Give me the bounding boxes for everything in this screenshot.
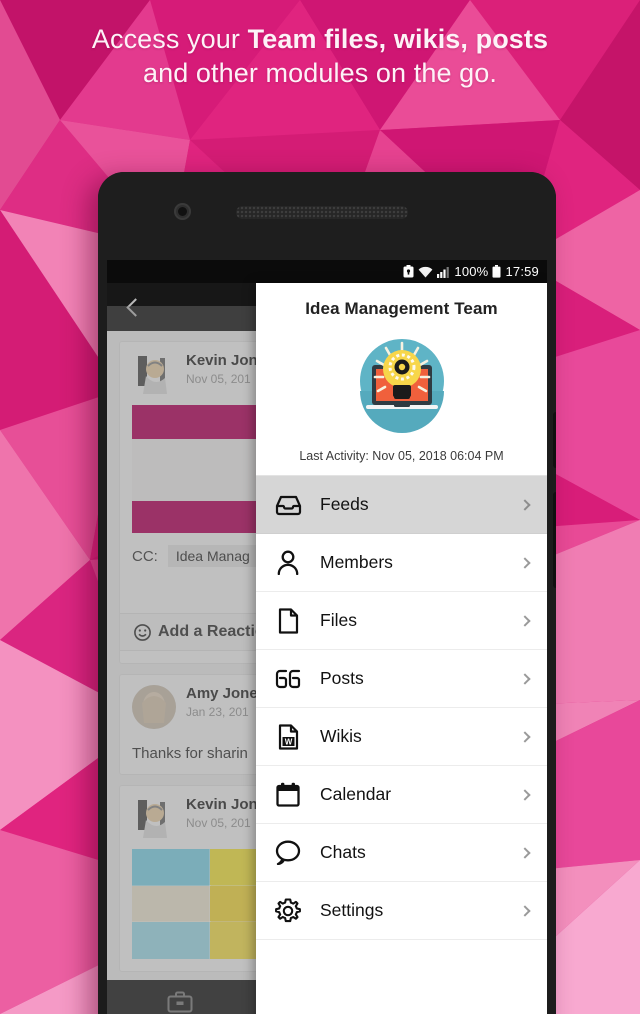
menu-item-wikis-label: Wikis [320,726,362,746]
menu-item-feeds-label: Feeds [320,494,369,514]
chevron-right-icon [519,846,531,859]
battery-icon [492,265,501,278]
lock-battery-icon [403,265,414,278]
inbox-icon [274,491,302,519]
person-icon [274,549,302,577]
menu-item-calendar[interactable]: Calendar [256,766,547,824]
idea-laptop-lightbulb-logo [359,339,444,433]
svg-text:W: W [284,737,292,746]
calendar-icon [274,781,302,809]
headline: Access your Team files, wikis, posts and… [0,22,640,90]
status-bar: 100% 17:59 [107,260,547,283]
menu-item-chats[interactable]: Chats [256,824,547,882]
wifi-icon [418,266,433,277]
menu-item-feeds[interactable]: Feeds [256,476,547,534]
signal-icon [437,266,450,278]
headline-line1-prefix: Access your [91,24,248,54]
menu-item-members-label: Members [320,552,393,572]
earpiece-speaker [236,206,408,219]
chat-bubble-icon [274,839,302,867]
headline-line2: and other modules on the go. [142,58,498,88]
phone-top-bezel [98,172,556,260]
clock-label: 17:59 [505,264,539,279]
document-icon [274,607,302,635]
chevron-right-icon [519,904,531,917]
quote-icon [274,665,302,693]
volume-button[interactable] [553,492,556,588]
drawer-header: Idea Management Team Last Activity: Nov … [256,283,547,475]
team-title: Idea Management Team [305,299,498,318]
menu-item-members[interactable]: Members [256,534,547,592]
chevron-right-icon [519,730,531,743]
chevron-right-icon [519,788,531,801]
phone-device: 100% 17:59 Kevin Jon Nov 05, 201 CC: Ide… [98,172,556,1014]
menu-item-posts[interactable]: Posts [256,650,547,708]
phone-screen: 100% 17:59 Kevin Jon Nov 05, 201 CC: Ide… [107,260,547,1014]
menu-item-wikis[interactable]: W Wikis [256,708,547,766]
chevron-right-icon [519,498,531,511]
wiki-doc-icon: W [274,723,302,751]
menu-item-chats-label: Chats [320,842,366,862]
power-button[interactable] [553,412,556,468]
chevron-right-icon [519,614,531,627]
menu-item-files[interactable]: Files [256,592,547,650]
battery-percent-label: 100% [454,264,489,279]
gear-icon [274,897,302,925]
last-activity-label: Last Activity: Nov 05, 2018 06:04 PM [299,449,504,463]
team-drawer-panel: Idea Management Team Last Activity: Nov … [256,283,547,1014]
chevron-right-icon [519,556,531,569]
menu-item-settings-label: Settings [320,900,384,920]
menu-item-files-label: Files [320,610,357,630]
headline-line1-bold: Team files, wikis, posts [247,24,549,54]
chevron-right-icon [519,672,531,685]
front-camera-icon [174,203,191,220]
menu-item-settings[interactable]: Settings [256,882,547,940]
menu-item-calendar-label: Calendar [320,784,392,804]
menu-item-posts-label: Posts [320,668,364,688]
drawer-menu: Feeds Members Files Posts W Wikis Calend… [256,475,547,940]
